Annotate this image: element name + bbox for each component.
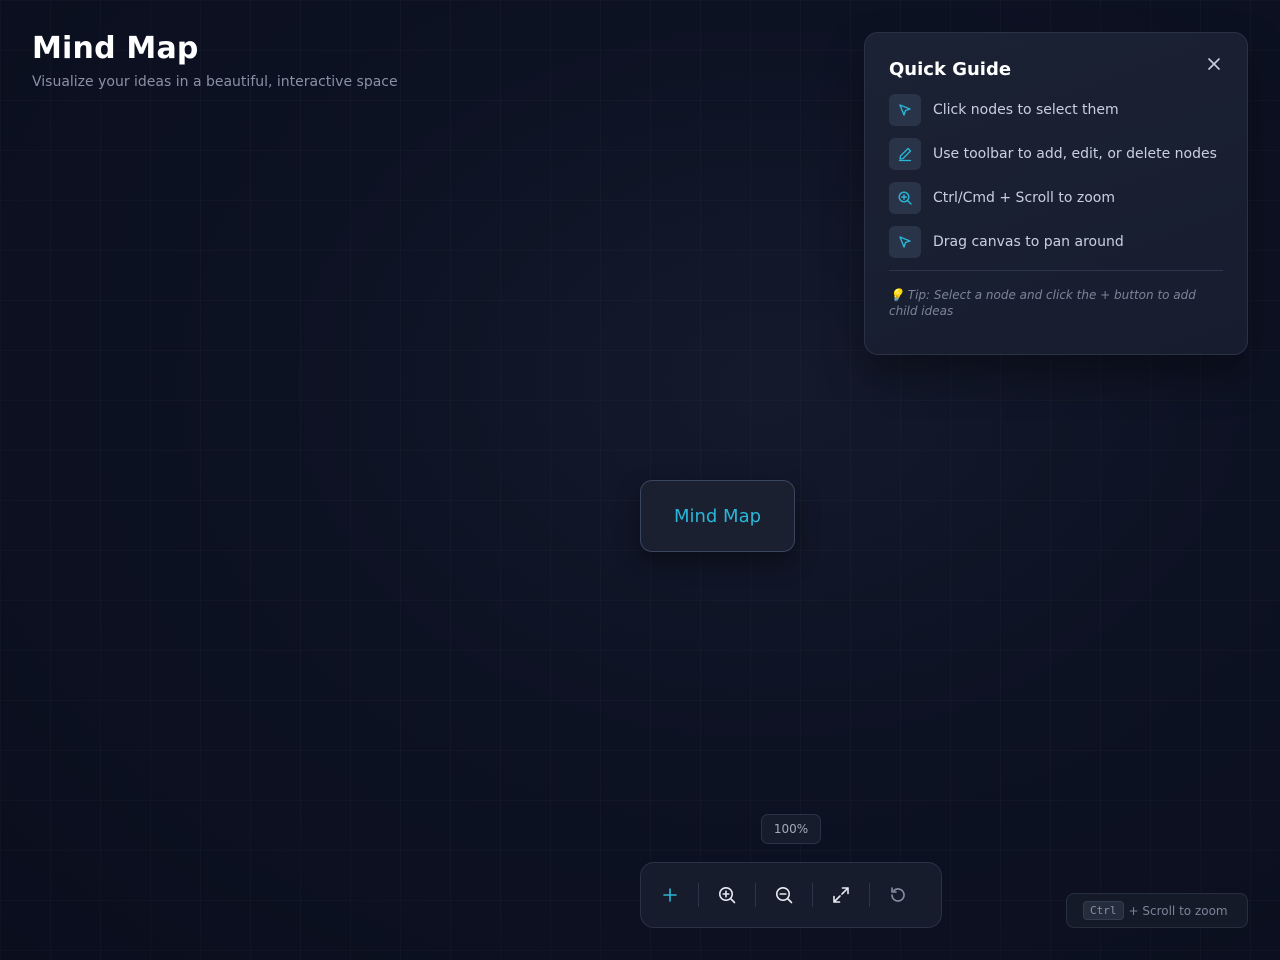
cursor-icon [889,94,921,126]
page-title: Mind Map [32,31,199,66]
page-header: Mind Map Visualize your ideas in a beaut… [32,31,398,91]
guide-item-toolbar: Use toolbar to add, edit, or delete node… [889,138,1223,170]
pencil-icon [889,138,921,170]
guide-item-label: Ctrl/Cmd + Scroll to zoom [933,190,1116,206]
canvas-toolbar [640,862,942,928]
add-node-button[interactable] [649,874,691,916]
close-icon [1208,58,1220,70]
expand-icon [833,887,849,903]
plus-icon [663,888,677,902]
reset-view-button[interactable] [877,874,919,916]
zoom-level-badge: 100% [761,814,821,844]
zoom-in-icon [719,887,736,904]
zoom-out-icon [776,887,793,904]
page-subtitle: Visualize your ideas in a beautiful, int… [32,74,398,90]
toolbar-divider [812,883,813,907]
zoom-out-button[interactable] [763,874,805,916]
toolbar-divider [698,883,699,907]
zoom-shortcut-hint: Ctrl + Scroll to zoom [1066,893,1248,928]
zoom-hint-text: + Scroll to zoom [1128,903,1228,918]
guide-item-pan: Drag canvas to pan around [889,226,1223,258]
fit-view-button[interactable] [820,874,862,916]
guide-item-zoom: Ctrl/Cmd + Scroll to zoom [889,182,1223,214]
guide-divider [889,270,1223,271]
root-node[interactable]: Mind Map [640,480,795,552]
cursor-icon [889,226,921,258]
guide-item-label: Click nodes to select them [933,102,1119,118]
quick-guide-title: Quick Guide [889,59,1012,80]
guide-item-label: Drag canvas to pan around [933,234,1124,250]
quick-guide-panel: Quick Guide Click nodes to select them U… [864,32,1248,355]
reset-icon [891,887,905,902]
toolbar-divider [869,883,870,907]
ctrl-key: Ctrl [1083,901,1124,920]
guide-tip: 💡 Tip: Select a node and click the + but… [889,288,1196,318]
guide-item-select: Click nodes to select them [889,94,1223,126]
toolbar-divider [755,883,756,907]
zoom-in-icon [889,182,921,214]
close-guide-button[interactable] [1203,53,1225,75]
guide-item-label: Use toolbar to add, edit, or delete node… [933,146,1217,162]
zoom-in-button[interactable] [706,874,748,916]
quick-guide-list: Click nodes to select them Use toolbar t… [889,94,1223,258]
